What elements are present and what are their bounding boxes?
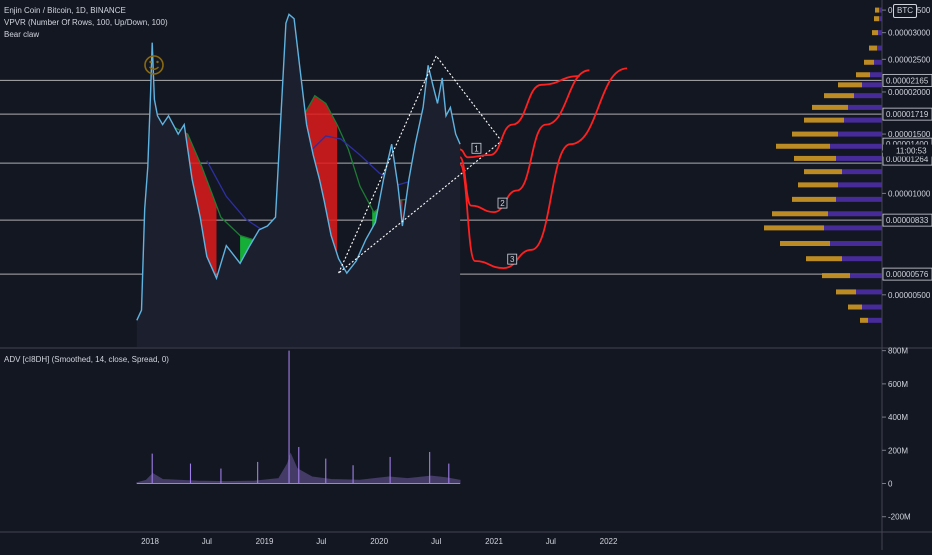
volume-profile-up-bar	[848, 104, 882, 110]
volume-profile-up-bar	[828, 211, 882, 217]
symbol-title[interactable]: Enjin Coin / Bitcoin, 1D, BINANCE	[4, 6, 126, 16]
adv-legend[interactable]: ADV [cI8DH] (Smoothed, 14, close, Spread…	[4, 355, 169, 365]
volume-profile-up-bar	[836, 155, 882, 161]
y-tick-label: 0.00002000	[888, 88, 931, 97]
adv-tick-label: 200M	[888, 446, 908, 455]
y-tick-label: 0.00001500	[888, 130, 931, 139]
x-tick-label: 2022	[600, 537, 618, 546]
projection-curve-3	[459, 67, 628, 270]
y-tick-label: 0.00003000	[888, 29, 931, 38]
volume-profile-up-bar	[844, 117, 882, 123]
volume-profile-up-bar	[862, 304, 882, 310]
volume-profile-up-bar	[870, 72, 882, 78]
volume-profile-down-bar	[838, 82, 862, 88]
volume-profile-up-bar	[824, 225, 882, 231]
volume-profile-down-bar	[848, 304, 862, 310]
volume-profile-down-bar	[776, 143, 830, 149]
x-tick-label: 2020	[370, 537, 388, 546]
volume-profile-down-bar	[780, 241, 830, 247]
adv-tick-label: 0	[888, 480, 893, 489]
axes-layer: 0.00000500 0.00001000 0.00001500 0.00002000…	[0, 0, 932, 550]
price-layer	[136, 13, 461, 348]
projection-label-1: 1	[474, 144, 479, 153]
bearclaw-legend[interactable]: Bear claw	[4, 30, 39, 40]
volume-profile-down-bar	[836, 289, 856, 295]
volume-profile-up-bar	[862, 82, 882, 88]
vpvr-legend[interactable]: VPVR (Number Of Rows, 100, Up/Down, 100)	[4, 18, 168, 28]
adv-panel-layer	[136, 350, 461, 485]
x-tick-label: Jul	[431, 537, 441, 546]
y-tick-label: 0.00000500	[888, 291, 931, 300]
volume-profile-down-bar	[812, 104, 848, 110]
y-tick-label: 0.00001000	[888, 189, 931, 198]
volume-profile-down-bar	[869, 45, 877, 51]
volume-profile-up-bar	[878, 30, 882, 36]
volume-profile-down-bar	[864, 59, 874, 65]
price-label: 0.00001719	[886, 110, 929, 119]
x-tick-label: 2019	[256, 537, 274, 546]
price-label: 0.00002165	[886, 76, 929, 85]
volume-profile-down-bar	[792, 196, 836, 202]
projection-curve-2	[459, 69, 590, 214]
volume-profile-up-bar	[854, 93, 882, 99]
volume-profile-up-bar	[856, 289, 882, 295]
adv-tick-label: 400M	[888, 413, 908, 422]
chart-stage: 123 0.00000500 0.00001000 0.00001500 0.0000…	[0, 0, 932, 550]
volume-profile-layer	[764, 7, 882, 323]
x-tick-label: Jul	[546, 537, 556, 546]
volume-profile-down-bar	[822, 273, 850, 279]
volume-profile-up-bar	[868, 317, 882, 323]
volume-profile-down-bar	[804, 117, 844, 123]
volume-profile-up-bar	[874, 59, 882, 65]
volume-profile-down-bar	[798, 182, 838, 188]
volume-profile-down-bar	[764, 225, 824, 231]
y-tick-label: 0.00002500	[888, 55, 931, 64]
x-tick-label: 2021	[485, 537, 503, 546]
volume-profile-down-bar	[860, 317, 868, 323]
adv-tick-label: 600M	[888, 380, 908, 389]
volume-profile-down-bar	[794, 155, 836, 161]
price-label: 0.00000833	[886, 216, 929, 225]
x-tick-label: 2018	[141, 537, 159, 546]
volume-profile-up-bar	[850, 273, 882, 279]
volume-profile-up-bar	[838, 131, 882, 137]
volume-profile-up-bar	[838, 182, 882, 188]
volume-profile-up-bar	[842, 256, 882, 262]
volume-profile-up-bar	[877, 45, 882, 51]
x-tick-label: Jul	[202, 537, 212, 546]
volume-profile-down-bar	[875, 7, 879, 13]
price-label: 0.00000576	[886, 270, 929, 279]
volume-profile-up-bar	[842, 169, 882, 175]
volume-profile-down-bar	[874, 16, 879, 22]
projection-layer[interactable]: 1 2 3	[459, 67, 628, 270]
countdown-label: 11:00:53	[896, 147, 927, 156]
price-shadow-area	[136, 14, 461, 348]
volume-profile-down-bar	[872, 30, 878, 36]
volume-profile-down-bar	[792, 131, 838, 137]
volume-profile-up-bar	[830, 241, 882, 247]
projection-label-3: 3	[510, 255, 515, 264]
adv-tick-label: -200M	[888, 513, 911, 522]
volume-profile-down-bar	[772, 211, 828, 217]
adv-tick-label: 800M	[888, 347, 908, 356]
volume-profile-up-bar	[836, 196, 882, 202]
x-tick-label: Jul	[316, 537, 326, 546]
volume-profile-down-bar	[806, 256, 842, 262]
volume-profile-up-bar	[830, 143, 882, 149]
volume-profile-down-bar	[804, 169, 842, 175]
currency-badge[interactable]: BTC	[893, 4, 917, 18]
chart-svg[interactable]: 123 0.000005000.000010000.000015000.0000…	[0, 0, 932, 550]
projection-label-2: 2	[500, 199, 505, 208]
volume-profile-down-bar	[856, 72, 870, 78]
volume-profile-down-bar	[824, 93, 854, 99]
